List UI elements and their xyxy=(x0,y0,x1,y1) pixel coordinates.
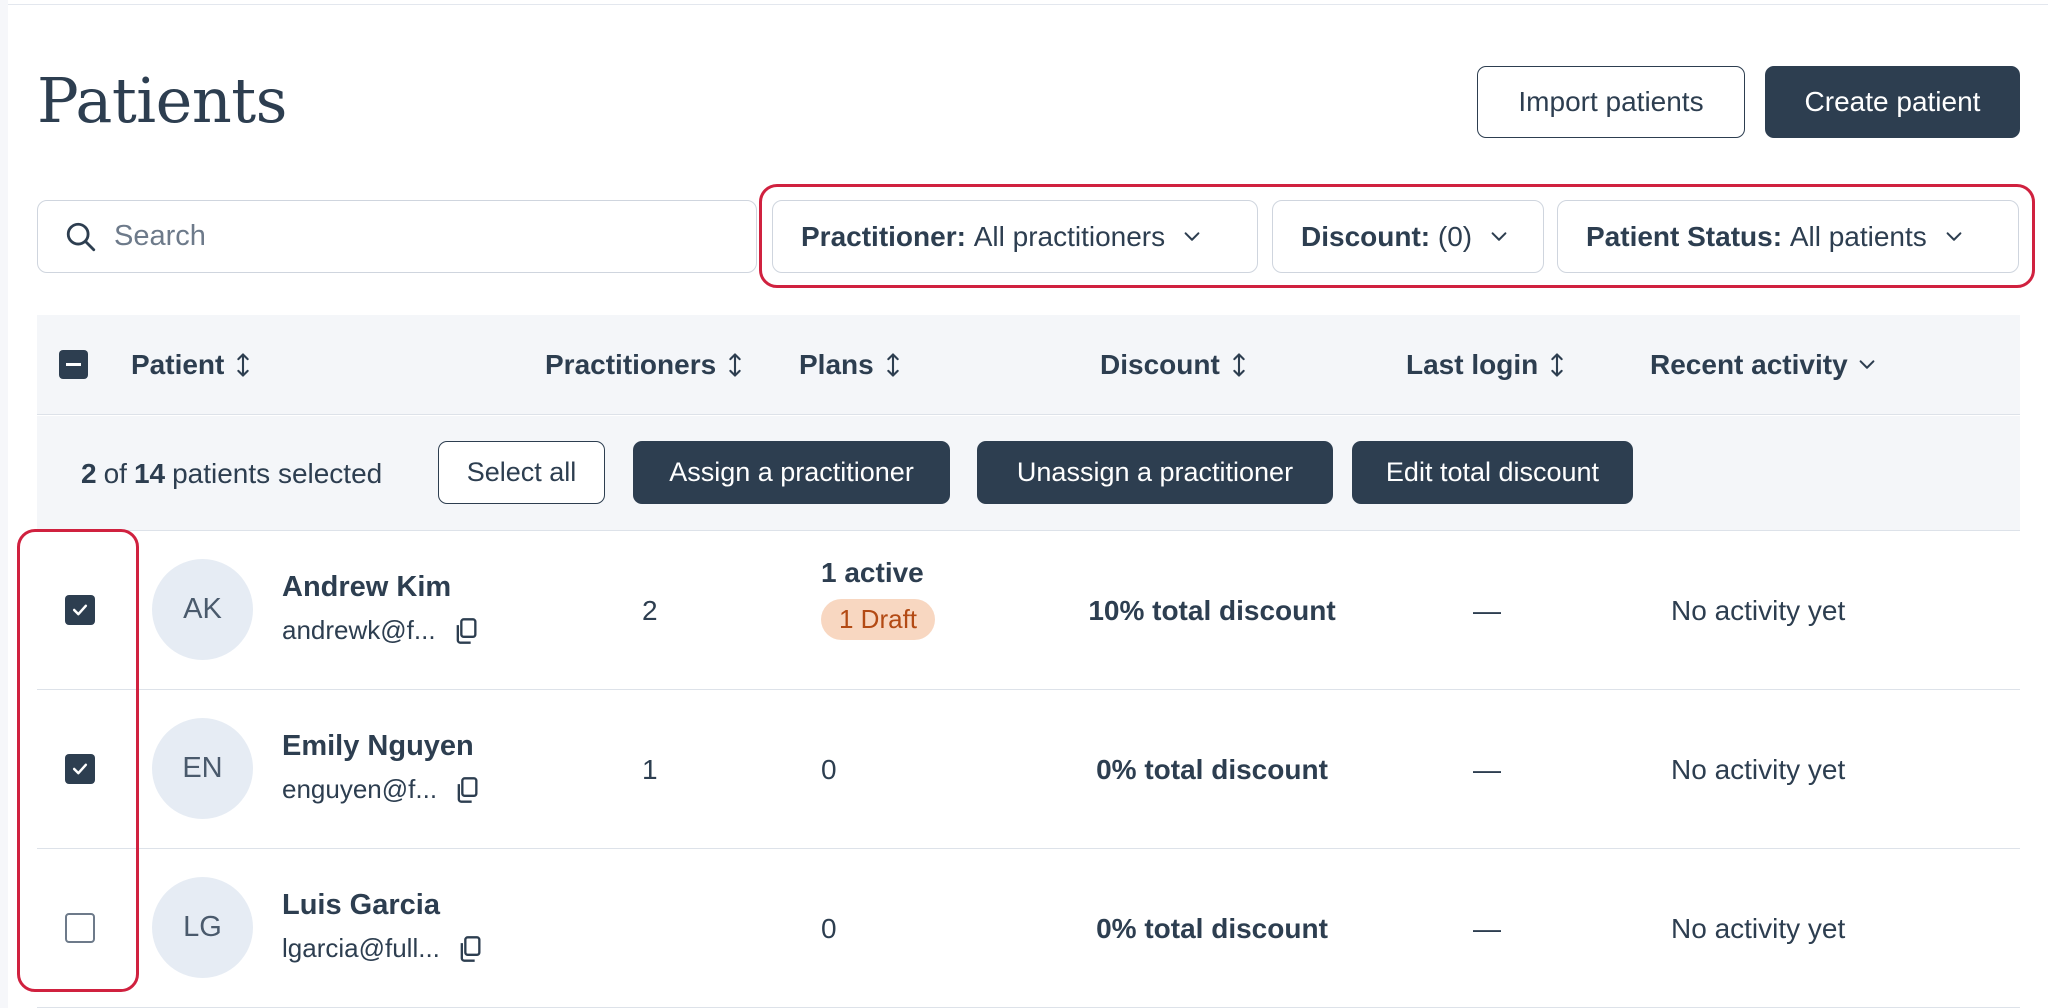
practitioners-count: 1 xyxy=(642,753,658,785)
minus-icon xyxy=(66,363,81,366)
column-header-recent-activity[interactable]: Recent activity xyxy=(1650,315,1878,415)
patient-email: andrewk@f... xyxy=(282,615,478,646)
assign-practitioner-button[interactable]: Assign a practitioner xyxy=(633,441,950,504)
column-header-label: Patient xyxy=(131,349,225,380)
chevron-down-icon xyxy=(1859,360,1875,369)
recent-activity-value: No activity yet xyxy=(1671,594,1846,626)
avatar: LG xyxy=(152,877,253,978)
page-title: Patients xyxy=(37,64,288,137)
table-row[interactable]: AK Andrew Kim andrewk@f... 2 1 active 1 … xyxy=(37,531,2020,690)
sort-icon xyxy=(1233,353,1245,377)
select-all-checkbox-indeterminate[interactable] xyxy=(59,350,88,379)
plans-count: 0 xyxy=(821,753,837,785)
column-header-label: Recent activity xyxy=(1650,349,1848,380)
selection-count: 2 of 14 patients selected xyxy=(81,416,382,531)
column-header-plans[interactable]: Plans xyxy=(799,315,902,415)
sort-icon xyxy=(237,353,250,377)
table-row[interactable]: EN Emily Nguyen enguyen@f... 1 0 0% tota… xyxy=(37,690,2020,849)
patient-name[interactable]: Andrew Kim xyxy=(282,571,451,604)
total-count: 14 xyxy=(133,457,166,489)
checkboxes-highlight-annotation xyxy=(17,529,139,992)
patient-email: enguyen@f... xyxy=(282,774,479,805)
avatar: AK xyxy=(152,559,253,660)
selection-suffix-text: patients selected xyxy=(172,457,383,489)
bulk-action-bar: 2 of 14 patients selected Select all Assign… xyxy=(37,416,2020,531)
search-icon xyxy=(66,222,96,251)
select-all-button[interactable]: Select all xyxy=(438,441,605,504)
discount-value: 0% total discount xyxy=(1096,753,1328,785)
avatar: EN xyxy=(152,718,253,819)
patient-name[interactable]: Luis Garcia xyxy=(282,889,440,922)
column-header-patient[interactable]: Patient xyxy=(131,315,252,415)
column-header-practitioners[interactable]: Practitioners xyxy=(545,315,744,415)
patient-email: lgarcia@full... xyxy=(282,933,482,964)
practitioners-count: 2 xyxy=(642,594,658,626)
column-header-label: Practitioners xyxy=(545,349,717,380)
copy-icon[interactable] xyxy=(455,776,479,804)
last-login-value: — xyxy=(1473,594,1501,626)
column-header-label: Plans xyxy=(799,349,874,380)
search-box[interactable] xyxy=(37,200,757,273)
plans-count: 0 xyxy=(821,912,837,944)
draft-badge: 1 Draft xyxy=(821,599,936,640)
plans-cell: 1 active 1 Draft xyxy=(821,557,936,640)
sort-icon xyxy=(886,353,899,377)
plans-active-count: 1 active xyxy=(821,557,924,588)
sort-icon xyxy=(1551,353,1563,377)
edit-total-discount-button[interactable]: Edit total discount xyxy=(1352,441,1633,504)
table-row[interactable]: LG Luis Garcia lgarcia@full... 0 0% tota… xyxy=(37,849,2020,1008)
recent-activity-value: No activity yet xyxy=(1671,753,1846,785)
copy-icon[interactable] xyxy=(458,935,482,963)
discount-value: 0% total discount xyxy=(1096,912,1328,944)
selected-count: 2 xyxy=(81,457,97,489)
page-left-edge xyxy=(0,0,8,1008)
last-login-value: — xyxy=(1473,912,1501,944)
discount-value: 10% total discount xyxy=(1088,594,1336,626)
last-login-value: — xyxy=(1473,753,1501,785)
top-divider xyxy=(8,4,2048,5)
selection-of-text: of xyxy=(103,457,127,489)
copy-icon[interactable] xyxy=(454,617,478,645)
column-header-last-login[interactable]: Last login xyxy=(1406,315,1566,415)
sort-icon xyxy=(729,353,741,377)
table-header: Patient Practitioners Plans Discount Las… xyxy=(37,315,2020,415)
patient-name[interactable]: Emily Nguyen xyxy=(282,730,474,763)
column-header-label: Discount xyxy=(1100,349,1220,380)
column-header-discount[interactable]: Discount xyxy=(1100,315,1248,415)
column-header-label: Last login xyxy=(1406,349,1539,380)
patient-email-text: andrewk@f... xyxy=(282,615,436,645)
filters-highlight-annotation xyxy=(759,184,2035,288)
patient-email-text: lgarcia@full... xyxy=(282,933,440,963)
patient-email-text: enguyen@f... xyxy=(282,774,438,804)
import-patients-button[interactable]: Import patients xyxy=(1477,66,1745,138)
recent-activity-value: No activity yet xyxy=(1671,912,1846,944)
unassign-practitioner-button[interactable]: Unassign a practitioner xyxy=(977,441,1333,504)
create-patient-button[interactable]: Create patient xyxy=(1765,66,2020,138)
search-input[interactable] xyxy=(114,220,674,253)
